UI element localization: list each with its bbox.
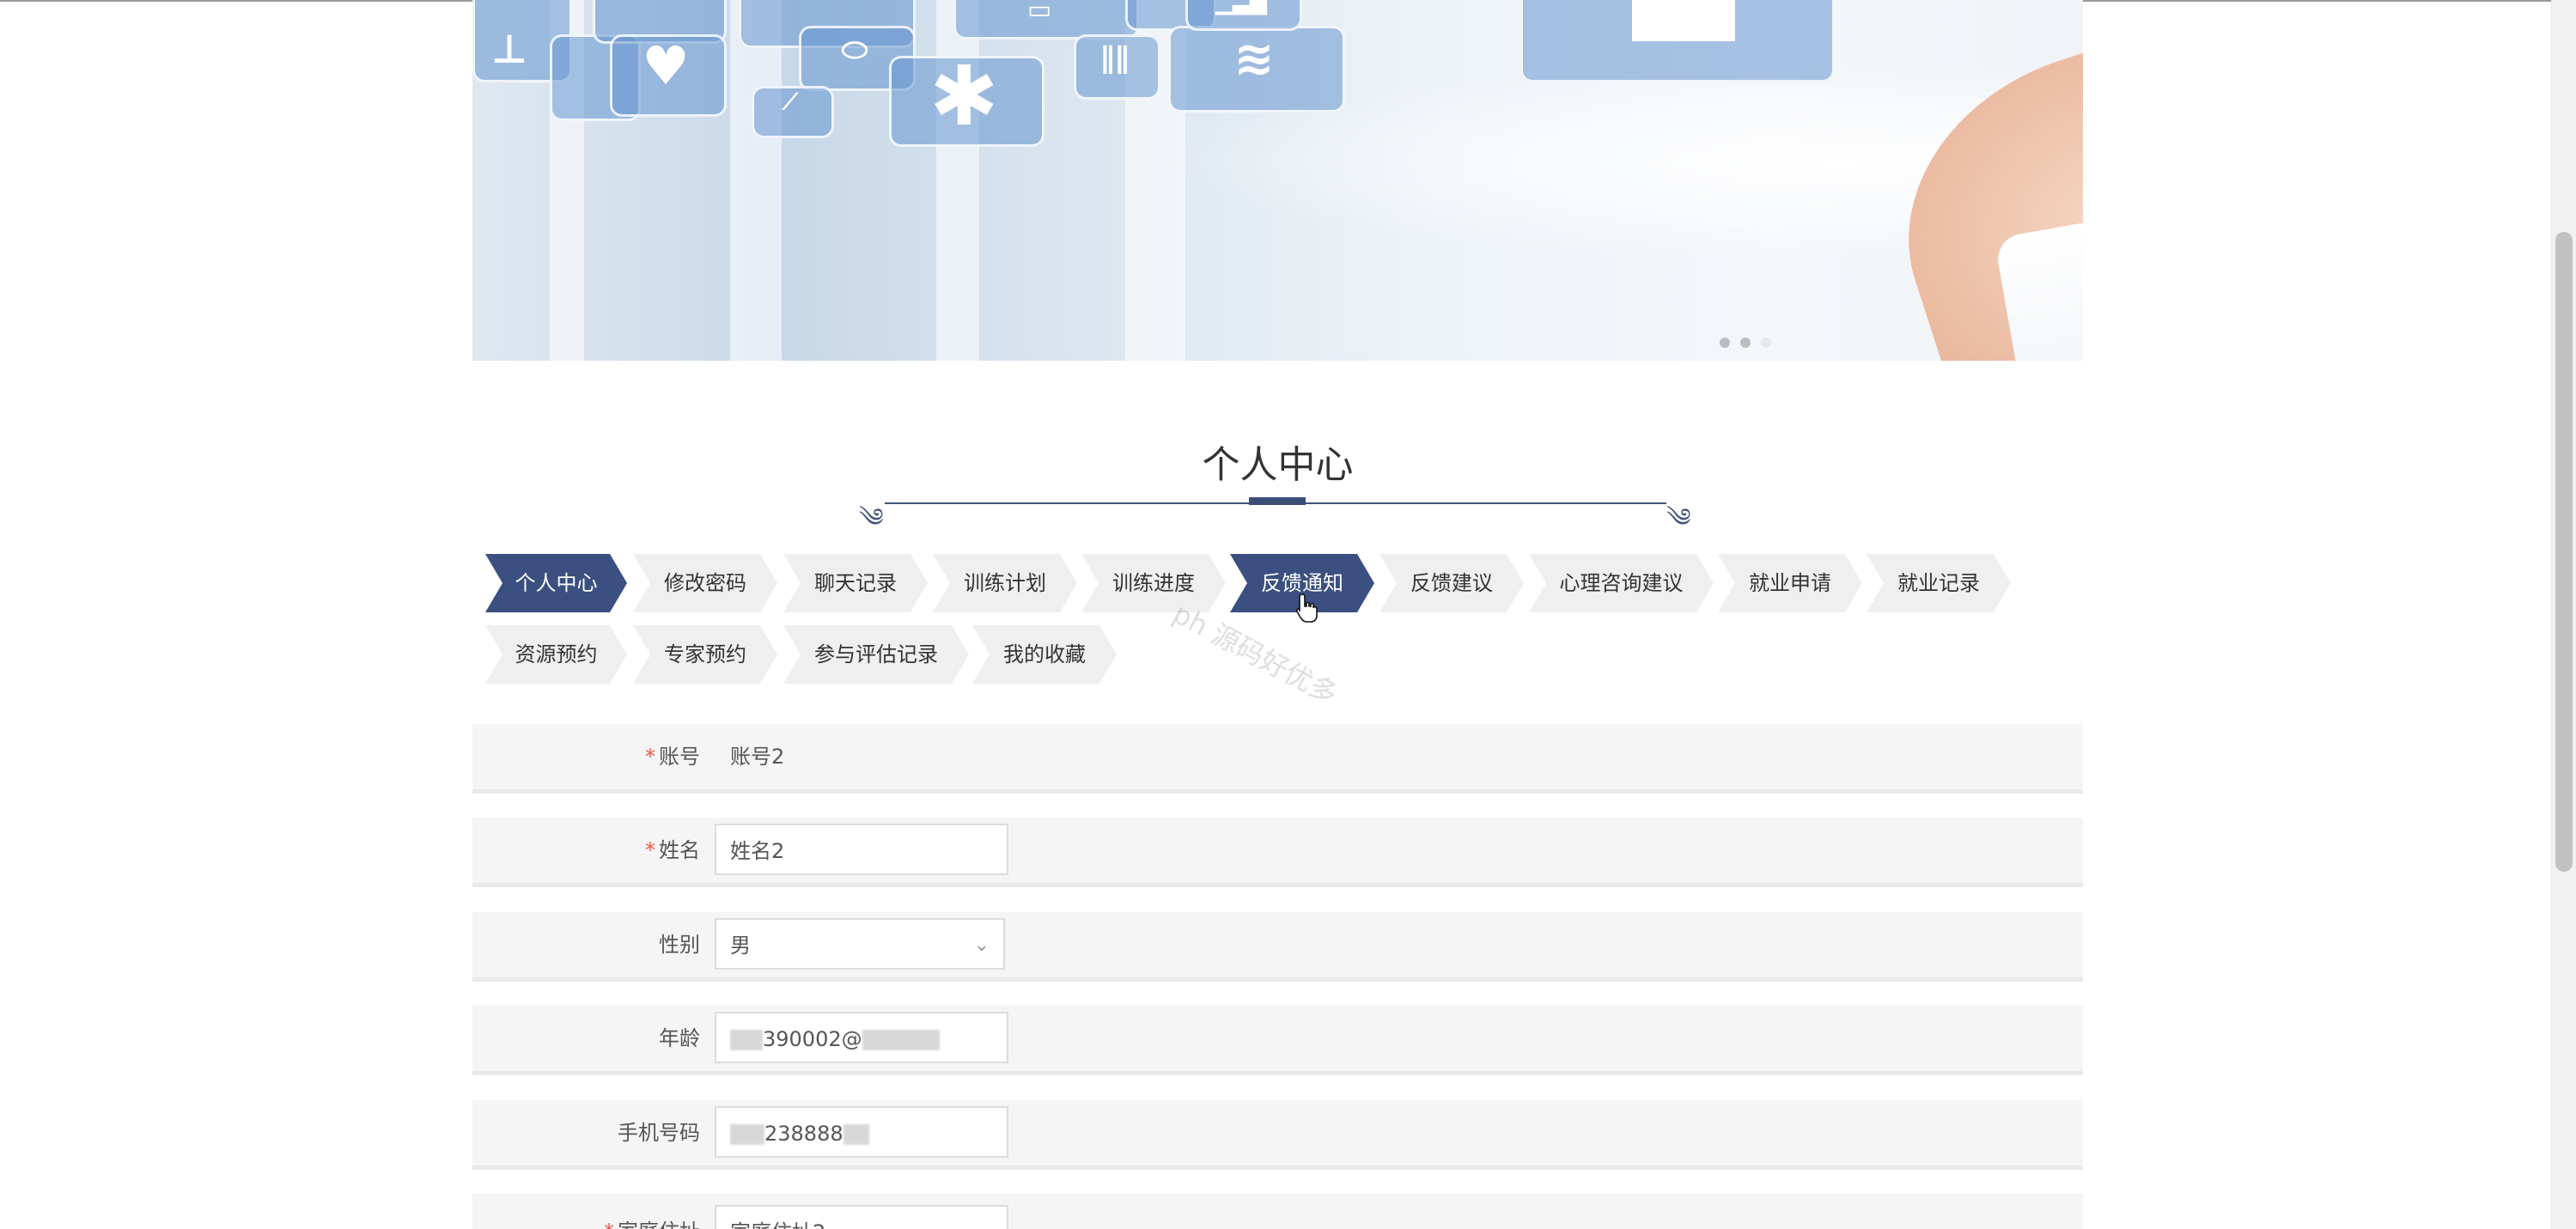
carousel-dots [1720,335,1781,351]
monitor-icon: ▭ [1026,0,1052,25]
age-label: 年龄 [659,1026,700,1050]
account-value: 账号2 [730,745,785,769]
age-input[interactable]: 390002@ [715,1012,1008,1063]
phone-input[interactable]: 238888 [715,1106,1008,1158]
title-divider-accent [1249,497,1306,505]
dna-icon: ≋ [1233,31,1275,87]
heart-icon: ♥ [642,34,690,97]
name-label: * 姓名 [472,818,700,883]
chevron-down-icon: ⌄ [973,934,990,956]
form-row-name: * 姓名 姓名2 [472,818,2083,887]
address-input[interactable]: 家庭住址2 [715,1205,1008,1229]
scrollbar-thumb[interactable] [2555,232,2573,872]
scrollbar[interactable] [2551,0,2576,1229]
iv-drip-icon: ⊥ [490,26,528,72]
banner-carousel[interactable]: ⊥ ♥ ⬭ ⟋ ✱ ▭ ∥∥ ≋ ▁▃▅ › [472,0,2083,361]
address-label-text: 家庭住址 [618,1220,700,1229]
syringe-icon: ⟋ [782,89,799,115]
redacted-text [730,1124,764,1145]
phone-input-value: 238888 [764,1122,843,1146]
tab-training-plan[interactable]: 训练计划 [933,554,1077,612]
tab-feedback-suggestion[interactable]: 反馈建议 [1379,554,1524,612]
title-flourish-right: ༄ [1666,503,1691,533]
name-input[interactable]: 姓名2 [715,824,1008,875]
banner-pillar [730,0,782,361]
account-label: * 账号 [472,724,700,789]
test-tubes-icon: ∥∥ [1099,41,1130,76]
bar-chart-icon: ▁▃▅ [1215,0,1267,15]
medical-cross-icon: ✱ [929,48,999,144]
tab-my-favorites[interactable]: 我的收藏 [972,625,1117,684]
page-title: 个人中心 [1202,443,1354,487]
tab-expert-booking[interactable]: 专家预约 [633,625,777,684]
page: ⊥ ♥ ⬭ ⟋ ✱ ▭ ∥∥ ≋ ▁▃▅ › 个人中心 ༄ ༄ [0,0,2576,1229]
form-row-address: * 家庭住址 家庭住址2 [472,1194,2083,1229]
redacted-text [862,1030,940,1050]
carousel-dot[interactable] [1761,338,1771,348]
tab-resource-booking[interactable]: 资源预约 [485,625,627,684]
form-row-gender: 性别 男 ⌄ [472,912,2083,982]
name-label-text: 姓名 [659,838,700,862]
gender-select-value: 男 [730,934,751,958]
gender-label: 性别 [659,933,700,957]
required-mark: * [645,838,655,862]
tab-counseling-suggestion[interactable]: 心理咨询建议 [1529,554,1714,612]
form-row-age: 年龄 390002@ [472,1006,2083,1075]
title-flourish-left: ༄ [859,503,884,533]
required-mark: * [604,1220,614,1229]
tab-change-password[interactable]: 修改密码 [633,554,777,612]
tab-chat-records[interactable]: 聊天记录 [783,554,928,612]
tab-employment-application[interactable]: 就业申请 [1718,554,1862,612]
carousel-dot[interactable] [1720,338,1730,348]
tab-personal-center[interactable]: 个人中心 [485,554,627,612]
address-label: * 家庭住址 [472,1199,700,1229]
gender-select[interactable]: 男 ⌄ [715,918,1005,970]
carousel-dot[interactable] [1740,338,1751,348]
account-label-text: 账号 [659,745,700,769]
phone-label: 手机号码 [618,1121,700,1145]
tab-assessment-records[interactable]: 参与评估记录 [783,625,969,684]
redacted-text [730,1030,763,1050]
form-row-phone: 手机号码 238888 [472,1100,2083,1170]
tab-employment-records[interactable]: 就业记录 [1867,554,2011,612]
form-row-account: * 账号 账号2 [472,724,2083,794]
pill-icon: ⬭ [841,33,868,68]
redacted-text [843,1124,869,1145]
required-mark: * [645,745,655,769]
tile-screen [1632,0,1735,41]
age-input-value: 390002@ [763,1027,862,1051]
hand-pointer-icon [1295,593,1318,623]
